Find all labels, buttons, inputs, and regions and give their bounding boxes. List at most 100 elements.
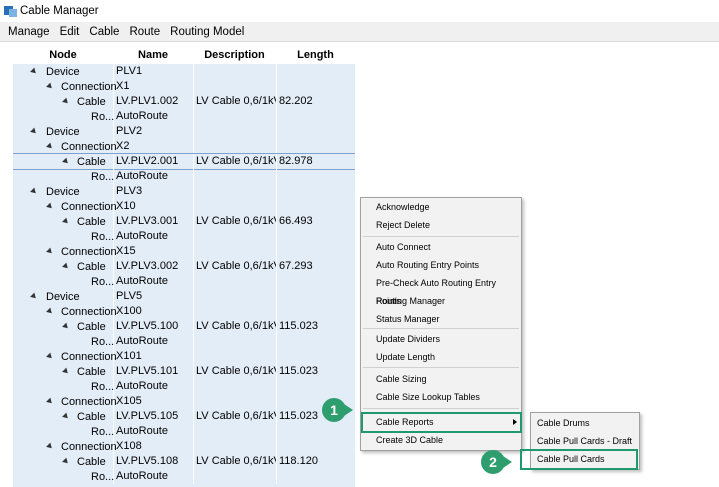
node-label: Ro... [91, 110, 115, 123]
expand-toggle-icon[interactable] [46, 247, 54, 256]
length-cell [276, 424, 355, 439]
expand-toggle-icon[interactable] [46, 307, 54, 316]
submenu-item-cable-pull-cards-draft[interactable]: Cable Pull Cards - Draft [531, 432, 639, 450]
menu-item-acknowledge[interactable]: Acknowledge [361, 198, 521, 216]
expand-toggle-icon[interactable] [62, 457, 70, 466]
expand-toggle-icon[interactable] [62, 157, 70, 166]
expand-toggle-icon[interactable] [46, 352, 54, 361]
expand-toggle-icon[interactable] [46, 442, 54, 451]
table-row[interactable]: Device PLV2 [13, 124, 355, 139]
menu-item-auto-routing-entry-points[interactable]: Auto Routing Entry Points [361, 256, 521, 274]
menu-route[interactable]: Route [124, 26, 165, 38]
menu-routing-model[interactable]: Routing Model [165, 26, 249, 38]
length-cell [276, 304, 355, 319]
expand-toggle-icon[interactable] [30, 292, 38, 301]
cable-reports-highlight [361, 412, 522, 433]
table-row[interactable]: Connection X2 [13, 139, 355, 154]
description-cell: LV Cable 0,6/1kV... [193, 259, 276, 274]
table-row[interactable]: Ro... AutoRoute [13, 109, 355, 124]
length-cell [276, 334, 355, 349]
expand-toggle-icon[interactable] [46, 202, 54, 211]
expand-toggle-icon[interactable] [46, 397, 54, 406]
length-cell [276, 379, 355, 394]
table-row[interactable]: Connection X108 [13, 439, 355, 454]
expand-toggle-icon[interactable] [46, 142, 54, 151]
table-row[interactable]: Cable LV.PLV2.001LV Cable 0,6/1kV...82.97… [13, 153, 355, 170]
name-cell: X10 [113, 199, 193, 214]
name-cell: X100 [113, 304, 193, 319]
table-row[interactable]: Ro... AutoRoute [13, 229, 355, 244]
table-row[interactable]: Ro... AutoRoute [13, 424, 355, 439]
node-cell: Device [13, 64, 113, 79]
menu-item-reject-delete[interactable]: Reject Delete [361, 216, 521, 234]
node-cell: Connection [13, 304, 117, 319]
expand-toggle-icon[interactable] [62, 322, 70, 331]
table-row[interactable]: Ro... AutoRoute [13, 469, 355, 484]
name-cell: LV.PLV5.108 [113, 454, 193, 469]
description-cell [193, 124, 276, 139]
table-row[interactable]: Ro... AutoRoute [13, 379, 355, 394]
node-label: Device [46, 185, 80, 198]
menu-manage[interactable]: Manage [3, 26, 55, 38]
expand-toggle-icon[interactable] [62, 262, 70, 271]
menu-cable[interactable]: Cable [84, 26, 124, 38]
menu-item-update-dividers[interactable]: Update Dividers [361, 330, 521, 348]
table-row[interactable]: Cable LV.PLV3.001LV Cable 0,6/1kV...66.49… [13, 214, 355, 229]
table-row[interactable]: Cable LV.PLV5.108LV Cable 0,6/1kV...118.1… [13, 454, 355, 469]
menu-item-update-length[interactable]: Update Length [361, 348, 521, 366]
table-row[interactable]: Cable LV.PLV1.002LV Cable 0,6/1kV...82.20… [13, 94, 355, 109]
menu-item-cable-size-lookup-tables[interactable]: Cable Size Lookup Tables [361, 388, 521, 406]
column-header-name[interactable]: Name [113, 49, 193, 64]
table-row[interactable]: Device PLV5 [13, 289, 355, 304]
menu-edit[interactable]: Edit [55, 26, 85, 38]
table-row[interactable]: Cable LV.PLV3.002LV Cable 0,6/1kV...67.29… [13, 259, 355, 274]
menu-item-auto-connect[interactable]: Auto Connect [361, 238, 521, 256]
menu-item-create-3d-cable[interactable]: Create 3D Cable [361, 431, 521, 449]
table-row[interactable]: Device PLV1 [13, 64, 355, 79]
table-row[interactable]: Connection X101 [13, 349, 355, 364]
node-label: Connection [61, 245, 117, 258]
expand-toggle-icon[interactable] [30, 187, 38, 196]
table-row[interactable]: Connection X105 [13, 394, 355, 409]
expand-toggle-icon[interactable] [30, 127, 38, 136]
table-row[interactable]: Ro... AutoRoute [13, 169, 355, 184]
menu-item-status-manager[interactable]: Status Manager [361, 310, 521, 328]
expand-toggle-icon[interactable] [62, 217, 70, 226]
table-row[interactable]: Cable LV.PLV5.101LV Cable 0,6/1kV...115.0… [13, 364, 355, 379]
submenu-item-cable-drums[interactable]: Cable Drums [531, 414, 639, 432]
node-cell: Ro... [13, 109, 115, 124]
column-header-description[interactable]: Description [193, 49, 276, 64]
expand-toggle-icon[interactable] [30, 67, 38, 76]
node-label: Device [46, 125, 80, 138]
node-label: Ro... [91, 335, 115, 348]
node-cell: Device [13, 184, 113, 199]
column-header-length[interactable]: Length [276, 49, 355, 64]
description-cell [193, 184, 276, 199]
window-title: Cable Manager [20, 5, 99, 17]
menu-item-routing-manager[interactable]: Routing Manager [361, 292, 521, 310]
node-label: Ro... [91, 470, 115, 483]
table-row[interactable]: CableLV.PLV5.105LV Cable 0,6/1kV...115.0… [13, 409, 355, 424]
table-row[interactable]: Connection X100 [13, 304, 355, 319]
length-cell: 115.023 [276, 364, 355, 379]
table-row[interactable]: Ro... AutoRoute [13, 274, 355, 289]
node-label: Connection [61, 140, 117, 153]
table-row[interactable]: Ro... AutoRoute [13, 334, 355, 349]
column-header-node[interactable]: Node [13, 49, 113, 64]
menu-item-pre-check-auto-routing-entry-points[interactable]: Pre-Check Auto Routing Entry Points [361, 274, 521, 306]
table-row[interactable]: Connection X10 [13, 199, 355, 214]
expand-toggle-icon[interactable] [46, 82, 54, 91]
expand-toggle-icon[interactable] [62, 97, 70, 106]
table-row[interactable]: Device PLV3 [13, 184, 355, 199]
table-row[interactable]: Cable LV.PLV5.100LV Cable 0,6/1kV...115.0… [13, 319, 355, 334]
node-label: Ro... [91, 425, 115, 438]
expand-toggle-icon[interactable] [62, 412, 70, 421]
node-label: Cable [77, 215, 106, 228]
menu-item-cable-sizing[interactable]: Cable Sizing [361, 370, 521, 388]
expand-toggle-icon[interactable] [62, 367, 70, 376]
name-cell: PLV2 [113, 124, 193, 139]
length-cell [276, 349, 355, 364]
table-row[interactable]: Connection X15 [13, 244, 355, 259]
length-cell [276, 274, 355, 289]
table-row[interactable]: Connection X1 [13, 79, 355, 94]
